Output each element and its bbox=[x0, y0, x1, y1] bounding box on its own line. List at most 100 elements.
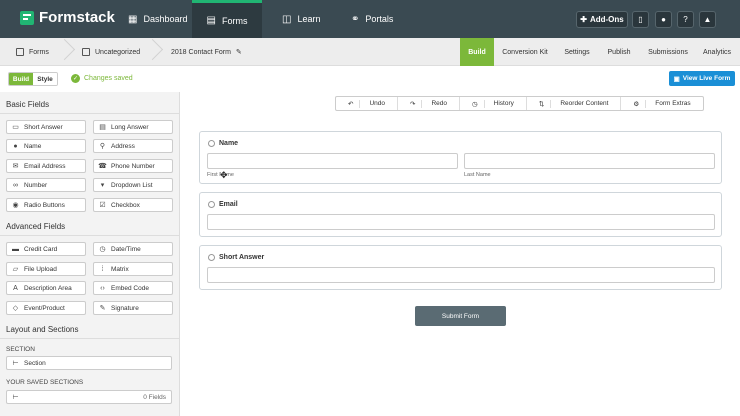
check-icon: ✓ bbox=[71, 74, 80, 83]
short-answer-input[interactable] bbox=[207, 267, 715, 283]
infinity-icon: ∞ bbox=[13, 181, 18, 189]
field-label: Short Answer bbox=[24, 123, 63, 131]
tab-analytics[interactable]: Analytics bbox=[700, 38, 734, 66]
field-sidebar: Basic Fields ▭ Short Answer ▤ Long Answer … bbox=[0, 92, 180, 416]
nav-portals[interactable]: ⚭ Portals bbox=[351, 0, 393, 38]
field-address[interactable]: ⚲ Address bbox=[93, 139, 173, 153]
nav-learn[interactable]: ◫ Learn bbox=[282, 0, 320, 38]
form-field-short-answer[interactable]: Short Answer bbox=[199, 245, 722, 290]
help-icon[interactable]: ? bbox=[677, 11, 694, 28]
section-icon: ⊢ bbox=[12, 394, 19, 401]
mail-icon: ✉ bbox=[12, 163, 19, 170]
redo-icon: ↷ bbox=[404, 99, 423, 108]
last-name-sublabel: Last Name bbox=[464, 172, 491, 178]
brand-name: Formstack bbox=[39, 9, 115, 26]
move-cursor-icon: ✥ bbox=[220, 170, 228, 180]
short-answer-label-text: Short Answer bbox=[219, 254, 265, 261]
field-description-area[interactable]: A Description Area bbox=[6, 281, 86, 295]
field-dropdown-list[interactable]: ▾ Dropdown List bbox=[93, 178, 173, 192]
field-label: Number bbox=[24, 181, 48, 189]
forms-icon bbox=[16, 48, 24, 56]
tab-publish[interactable]: Publish bbox=[602, 38, 636, 66]
field-label: Address bbox=[111, 142, 135, 150]
formstack-logo[interactable]: Formstack bbox=[20, 9, 115, 26]
field-label: Radio Buttons bbox=[24, 201, 65, 209]
layout-sections-title: Layout and Sections bbox=[6, 325, 79, 334]
field-label: Matrix bbox=[111, 265, 129, 273]
style-toggle-button[interactable]: Style bbox=[33, 73, 57, 85]
text-line-icon: ▭ bbox=[12, 124, 19, 131]
nav-dashboard[interactable]: ▦ Dashboard bbox=[128, 0, 187, 38]
field-date-time[interactable]: ◷ Date/Time bbox=[93, 242, 173, 256]
nav-portals-label: Portals bbox=[365, 14, 394, 24]
form-extras-button[interactable]: ⚙ Form Extras bbox=[621, 97, 702, 110]
field-file-upload[interactable]: ▱ File Upload bbox=[6, 262, 86, 276]
tab-settings-label: Settings bbox=[564, 48, 590, 56]
undo-icon: ↶ bbox=[342, 99, 361, 108]
pen-icon: ✎ bbox=[99, 305, 106, 312]
history-icon: ◷ bbox=[466, 99, 485, 108]
field-phone-number[interactable]: ☎ Phone Number bbox=[93, 159, 173, 173]
field-event-product[interactable]: ◇ Event/Product bbox=[6, 301, 86, 315]
breadcrumb-uncategorized[interactable]: Uncategorized bbox=[82, 38, 140, 66]
build-toggle-button[interactable]: Build bbox=[9, 73, 33, 85]
submit-form-button[interactable]: Submit Form bbox=[415, 306, 506, 326]
add-ons-button[interactable]: ✚ Add-Ons bbox=[576, 11, 628, 28]
nav-dashboard-label: Dashboard bbox=[143, 14, 188, 24]
tab-build[interactable]: Build bbox=[460, 38, 494, 66]
field-label: Phone Number bbox=[111, 162, 155, 170]
field-name[interactable]: ● Name bbox=[6, 139, 86, 153]
undo-label: Undo bbox=[369, 100, 385, 107]
field-signature[interactable]: ✎ Signature bbox=[93, 301, 173, 315]
form-field-email[interactable]: Email bbox=[199, 192, 722, 237]
nav-forms[interactable]: ▤ Forms bbox=[192, 0, 262, 38]
reorder-content-button[interactable]: ⇅ Reorder Content bbox=[527, 97, 622, 110]
field-embed-code[interactable]: ‹› Embed Code bbox=[93, 281, 173, 295]
field-checkbox[interactable]: ☑ Checkbox bbox=[93, 198, 173, 212]
first-name-input[interactable] bbox=[207, 153, 458, 169]
book-icon[interactable]: ▯ bbox=[632, 11, 649, 28]
nav-forms-label: Forms bbox=[221, 15, 248, 26]
pencil-icon[interactable]: ✎ bbox=[236, 48, 242, 56]
view-live-form-button[interactable]: ▣ View Live Form bbox=[669, 71, 735, 86]
bell-icon[interactable]: ▲ bbox=[699, 11, 716, 28]
view-live-form-label: View Live Form bbox=[682, 75, 731, 82]
undo-button[interactable]: ↶ Undo bbox=[336, 97, 398, 110]
field-section[interactable]: ⊢ Section bbox=[6, 356, 172, 370]
breadcrumb-forms[interactable]: Forms bbox=[16, 38, 49, 66]
redo-button[interactable]: ↷ Redo bbox=[398, 97, 460, 110]
tab-settings[interactable]: Settings bbox=[560, 38, 594, 66]
field-label: Embed Code bbox=[111, 284, 149, 292]
divider bbox=[0, 113, 180, 114]
field-label: Email Address bbox=[24, 162, 66, 170]
field-email-address[interactable]: ✉ Email Address bbox=[6, 159, 86, 173]
field-short-answer[interactable]: ▭ Short Answer bbox=[6, 120, 86, 134]
build-style-toggle: Build Style bbox=[8, 72, 58, 86]
field-matrix[interactable]: ⁞ Matrix bbox=[93, 262, 173, 276]
field-label: Event/Product bbox=[24, 304, 65, 312]
code-icon: ‹› bbox=[100, 284, 105, 292]
tab-submissions-label: Submissions bbox=[648, 48, 688, 56]
field-label: Description Area bbox=[24, 284, 72, 292]
field-credit-card[interactable]: ▬ Credit Card bbox=[6, 242, 86, 256]
field-number[interactable]: ∞ Number bbox=[6, 178, 86, 192]
name-field-label: Name bbox=[208, 140, 238, 147]
field-label: Date/Time bbox=[111, 245, 141, 253]
tab-submissions[interactable]: Submissions bbox=[645, 38, 691, 66]
nav-learn-label: Learn bbox=[297, 14, 321, 24]
user-icon[interactable]: ● bbox=[655, 11, 672, 28]
breadcrumb-form-name[interactable]: 2018 Contact Form ✎ bbox=[171, 38, 242, 66]
field-long-answer[interactable]: ▤ Long Answer bbox=[93, 120, 173, 134]
dashboard-icon: ▦ bbox=[128, 13, 138, 25]
field-radio-buttons[interactable]: ◉ Radio Buttons bbox=[6, 198, 86, 212]
tab-conversion-kit[interactable]: Conversion Kit bbox=[499, 38, 551, 66]
email-input[interactable] bbox=[207, 214, 715, 230]
tab-build-label: Build bbox=[468, 48, 486, 56]
form-extras-label: Form Extras bbox=[655, 100, 691, 107]
saved-section-count: 0 Fields bbox=[143, 393, 166, 401]
last-name-input[interactable] bbox=[464, 153, 715, 169]
form-field-name[interactable]: Name First Name Last Name bbox=[199, 131, 722, 184]
history-button[interactable]: ◷ History bbox=[460, 97, 527, 110]
dropdown-icon: ▾ bbox=[100, 182, 105, 189]
saved-section-item[interactable]: ⊢ 0 Fields bbox=[6, 390, 172, 404]
